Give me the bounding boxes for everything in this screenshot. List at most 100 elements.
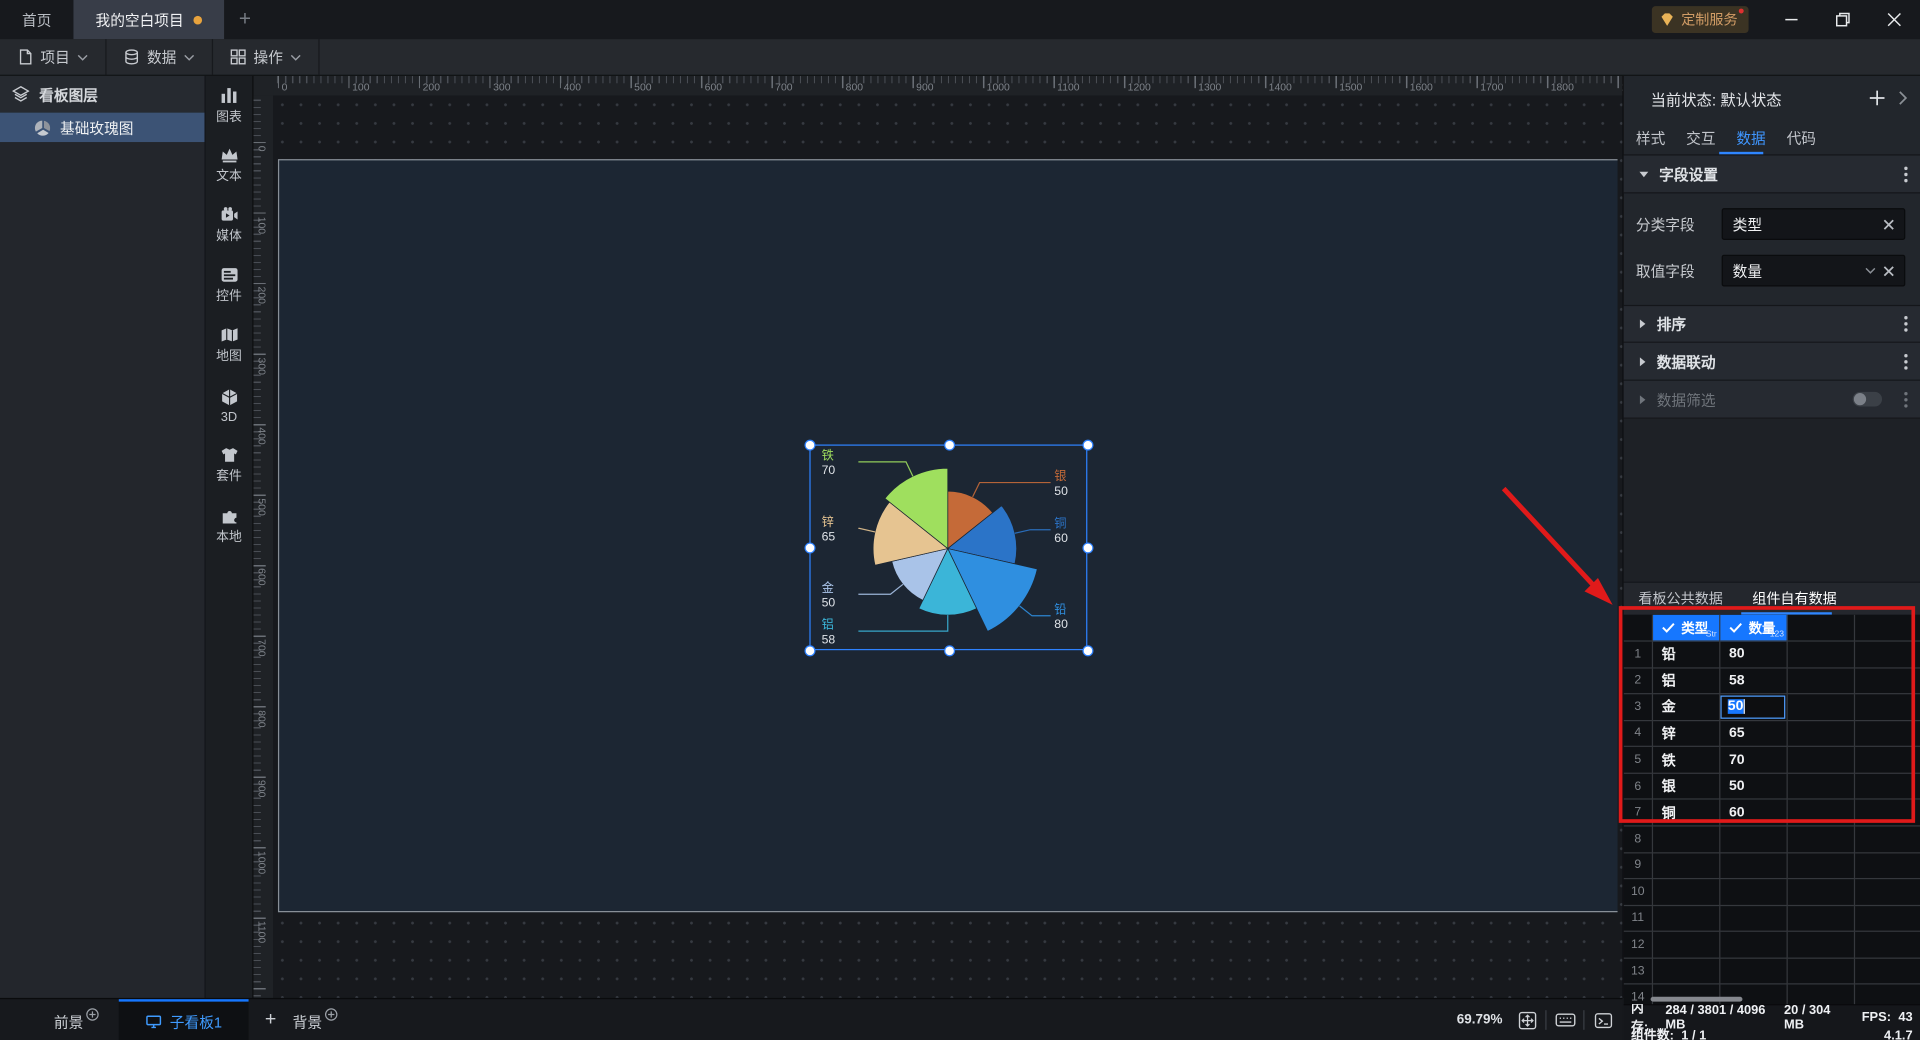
tool-media[interactable]: 媒体 [206,196,253,256]
cell-quantity[interactable] [1720,852,1788,880]
h-ruler-label: 1500 [1339,80,1363,94]
menu-data[interactable]: 数据 [107,39,214,75]
state-label: 当前状态: [1650,91,1717,109]
tool-local[interactable]: 本地 [206,496,253,556]
category-field-input[interactable]: 类型 [1721,208,1906,240]
resize-handle[interactable] [943,645,955,657]
fit-screen-button[interactable] [1515,1009,1539,1031]
table-row: 13 [1623,958,1920,985]
empty-cell[interactable] [1787,905,1856,933]
add-state-icon[interactable] [1869,89,1886,106]
close-button[interactable] [1869,0,1920,39]
custom-service-badge[interactable]: 定制服务 [1651,6,1749,34]
minimize-button[interactable] [1766,0,1817,39]
empty-cell[interactable] [1855,932,1920,959]
console-button[interactable] [1591,1009,1615,1031]
grid-icon [230,49,246,65]
v-ruler-label: 100 [255,216,269,234]
cell-type[interactable] [1653,958,1721,985]
cell-quantity[interactable] [1720,879,1788,906]
cell-type[interactable] [1653,932,1721,959]
empty-cell[interactable] [1787,932,1856,959]
empty-cell[interactable] [1855,984,1920,1005]
kebab-menu-icon[interactable] [1904,316,1908,332]
background-group[interactable]: 背景 [293,999,338,1040]
cell-quantity[interactable] [1720,932,1788,959]
filter-toggle-off[interactable] [1852,391,1883,407]
divider [1545,1010,1547,1030]
resize-handle[interactable] [804,439,816,451]
layers-panel-title: 看板图层 [39,86,98,104]
tool-kit[interactable]: 套件 [206,436,253,496]
cell-quantity[interactable] [1720,905,1788,933]
empty-cell[interactable] [1787,879,1856,906]
tab-style[interactable]: 样式 [1633,127,1667,148]
menu-project[interactable]: 项目 [0,39,107,75]
cell-type[interactable] [1653,826,1721,853]
tab-project[interactable]: 我的空白项目 [73,0,225,40]
component-toolbar: 图表 文本 媒体 控件 地图 3D 套件 本地 [205,75,254,998]
section-data-linkage[interactable]: 数据联动 [1623,342,1920,381]
tool-map[interactable]: 地图 [206,316,253,376]
tab-home[interactable]: 首页 [0,0,73,39]
tab-code[interactable]: 代码 [1784,127,1818,148]
section-data-filter[interactable]: 数据筛选 [1623,380,1920,419]
add-subboard-button[interactable]: + [249,999,293,1040]
empty-cell[interactable] [1855,905,1920,933]
circle-plus-icon[interactable] [325,1008,338,1021]
kebab-menu-icon[interactable] [1904,166,1908,182]
tab-data[interactable]: 数据 [1734,127,1768,148]
h-ruler-label: 800 [845,80,864,94]
zoom-level[interactable]: 69.79% [1457,1013,1503,1028]
cell-type[interactable] [1653,905,1721,933]
tool-text[interactable]: 文本 [206,136,253,196]
clear-icon[interactable] [1883,265,1894,276]
cell-type[interactable] [1653,852,1721,880]
resize-handle[interactable] [804,645,816,657]
empty-cell[interactable] [1855,879,1920,906]
tab-interaction[interactable]: 交互 [1684,127,1718,148]
layer-item-rose-chart[interactable]: 基础玫瑰图 [0,112,205,143]
h-ruler-label: 500 [634,80,652,94]
h-ruler-label: 1200 [1127,80,1151,94]
resize-handle[interactable] [1082,542,1094,554]
cell-quantity[interactable] [1720,826,1788,853]
section-field-settings[interactable]: 字段设置 [1623,155,1920,194]
empty-cell[interactable] [1855,826,1920,853]
kebab-menu-icon[interactable] [1904,391,1908,408]
resize-handle[interactable] [804,542,816,554]
tool-3d[interactable]: 3D [206,376,253,436]
shortcut-keys-button[interactable] [1553,1009,1577,1031]
foreground-group[interactable]: 前景 [54,999,99,1040]
new-tab-button[interactable]: + [224,0,266,39]
resize-handle[interactable] [943,439,955,451]
maximize-button[interactable] [1817,0,1868,39]
chevron-right-icon[interactable] [1898,91,1908,106]
clear-icon[interactable] [1883,219,1894,230]
section-sort[interactable]: 排序 [1623,304,1920,343]
circle-plus-icon[interactable] [86,1008,99,1021]
table-horizontal-scrollbar[interactable] [1650,996,1743,1002]
design-canvas[interactable]: 0 100 200 300 400 500 600 700 800 900 1000 1100 1200… [253,75,1623,998]
resize-handle[interactable] [1082,645,1094,657]
empty-cell[interactable] [1787,826,1856,853]
value-field-select[interactable]: 数量 [1721,254,1906,287]
kebab-menu-icon[interactable] [1904,353,1908,370]
menu-operate[interactable]: 操作 [213,39,320,75]
cell-type[interactable] [1653,879,1721,906]
tool-widget[interactable]: 控件 [206,256,253,316]
h-ruler-label: 0 [281,80,288,94]
subboard-tab[interactable]: 子看板1 [118,999,249,1040]
background-label: 背景 [292,1013,323,1032]
tool-chart[interactable]: 图表 [206,76,253,136]
divider [1583,1010,1585,1030]
empty-cell[interactable] [1855,958,1920,985]
empty-cell[interactable] [1788,984,1856,1005]
cell-quantity[interactable] [1720,958,1788,985]
bottom-bar: 前景 子看板1 + 背景 69.79% [0,997,1623,1040]
resize-handle[interactable] [1082,439,1094,451]
empty-cell[interactable] [1855,852,1920,880]
empty-cell[interactable] [1787,852,1856,880]
empty-cell[interactable] [1787,958,1856,985]
section-label: 数据联动 [1656,353,1716,371]
